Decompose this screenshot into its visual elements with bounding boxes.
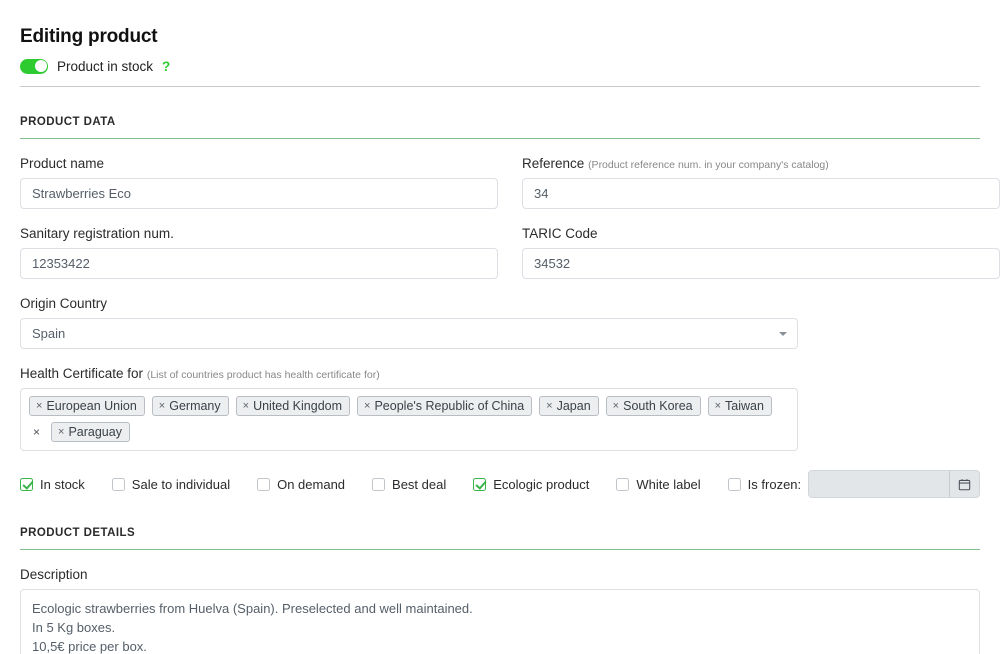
tag-label: Taiwan	[725, 399, 764, 413]
checkbox-box[interactable]	[20, 477, 33, 491]
taric-code-input[interactable]	[522, 248, 1000, 279]
product-flags-row: In stock Sale to individual On demand Be…	[20, 470, 980, 498]
checkbox-label: Ecologic product	[493, 476, 590, 492]
checkbox-label: On demand	[277, 476, 346, 492]
tag-label: People's Republic of China	[374, 399, 525, 413]
help-icon[interactable]: ?	[162, 59, 170, 74]
tag-remove-icon[interactable]: ×	[364, 400, 370, 412]
field-sanitary-registration: Sanitary registration num.	[20, 226, 498, 279]
tag-label: European Union	[46, 399, 137, 413]
toggle-knob	[34, 60, 47, 72]
tag-clear-all-icon[interactable]: ×	[29, 422, 44, 442]
origin-country-value: Spain	[32, 326, 66, 341]
origin-country-select[interactable]: Spain	[20, 318, 798, 349]
origin-country-label: Origin Country	[20, 296, 108, 311]
sanitary-registration-label: Sanitary registration num.	[20, 226, 174, 241]
tag-label: Germany	[169, 399, 221, 413]
checkbox-label: Best deal	[392, 476, 447, 492]
tag-label: United Kingdom	[253, 399, 343, 413]
field-origin-country: Origin Country Spain	[20, 296, 980, 349]
checkbox-ecologic-product[interactable]: Ecologic product	[473, 477, 589, 492]
tag-label: Japan	[556, 399, 591, 413]
product-data-grid: Product name Reference (Product referenc…	[20, 139, 1000, 279]
health-certificate-hint: (List of countries product has health ce…	[146, 369, 380, 381]
checkbox-in-stock[interactable]: In stock	[20, 477, 85, 492]
page-title: Editing product	[20, 26, 158, 47]
health-certificate-label: Health Certificate for (List of countrie…	[20, 366, 980, 381]
field-health-certificate: Health Certificate for (List of countrie…	[20, 366, 980, 451]
checkbox-box[interactable]	[727, 477, 741, 491]
origin-country-select-wrap: Spain	[20, 318, 798, 349]
tag-chip[interactable]: × United Kingdom	[235, 396, 351, 416]
tag-chip[interactable]: × Germany	[151, 396, 229, 416]
calendar-icon	[949, 471, 979, 497]
tag-label: South Korea	[623, 399, 693, 413]
product-in-stock-row: Product in stock ?	[20, 57, 980, 75]
description-textarea-wrap	[20, 589, 980, 654]
tag-chip[interactable]: × Taiwan	[707, 396, 772, 416]
frozen-date-input	[808, 470, 980, 498]
tag-remove-icon[interactable]: ×	[613, 400, 619, 412]
reference-label: Reference (Product reference num. in you…	[522, 156, 1000, 171]
product-edit-page: Editing product Product in stock ? PRODU…	[0, 0, 1000, 654]
section-title-product-data: PRODUCT DATA	[20, 116, 116, 128]
tag-chip[interactable]: × Paraguay	[51, 422, 130, 442]
field-taric-code: TARIC Code	[522, 226, 1000, 279]
tag-remove-icon[interactable]: ×	[36, 400, 42, 412]
section-title-product-details: PRODUCT DETAILS	[20, 527, 136, 539]
checkbox-sale-to-individual[interactable]: Sale to individual	[111, 476, 231, 492]
checkbox-is-frozen[interactable]: Is frozen:	[727, 476, 802, 492]
health-certificate-tagbox[interactable]: × European Union × Germany × United King…	[20, 388, 798, 451]
checkbox-label: In stock	[40, 476, 85, 492]
health-certificate-label-text: Health Certificate for	[20, 366, 144, 381]
field-reference: Reference (Product reference num. in you…	[522, 156, 1000, 209]
field-description: Description	[20, 567, 980, 654]
tag-chip[interactable]: × European Union	[29, 396, 145, 416]
product-in-stock-toggle[interactable]	[20, 58, 48, 74]
checkbox-box[interactable]	[372, 477, 386, 491]
tag-remove-icon[interactable]: ×	[715, 400, 721, 412]
checkbox-label: Sale to individual	[131, 476, 231, 492]
tag-label: Paraguay	[68, 425, 122, 439]
sanitary-registration-input[interactable]	[20, 248, 498, 279]
checkbox-box[interactable]	[111, 477, 125, 491]
reference-label-text: Reference	[522, 156, 585, 171]
checkbox-box[interactable]	[473, 477, 487, 491]
tag-remove-icon[interactable]: ×	[243, 400, 249, 412]
tag-chip[interactable]: × People's Republic of China	[357, 396, 533, 416]
checkbox-box[interactable]	[616, 477, 630, 491]
checkbox-label: White label	[636, 476, 701, 492]
product-name-input[interactable]	[20, 178, 498, 209]
description-textarea[interactable]	[20, 589, 980, 654]
checkbox-white-label[interactable]: White label	[616, 476, 701, 492]
tag-remove-icon[interactable]: ×	[159, 400, 165, 412]
section-divider-product-details	[20, 549, 980, 550]
checkbox-best-deal[interactable]: Best deal	[372, 477, 446, 492]
tag-chip[interactable]: × South Korea	[605, 396, 701, 416]
checkbox-label: Is frozen:	[747, 476, 802, 492]
taric-code-label: TARIC Code	[522, 226, 598, 241]
product-in-stock-label: Product in stock	[57, 58, 154, 74]
reference-hint: (Product reference num. in your company'…	[588, 159, 829, 171]
product-name-label: Product name	[20, 156, 105, 171]
tag-remove-icon[interactable]: ×	[58, 426, 64, 438]
description-label: Description	[20, 567, 88, 582]
tag-chip[interactable]: × Japan	[539, 396, 599, 416]
tag-remove-icon[interactable]: ×	[546, 400, 552, 412]
field-product-name: Product name	[20, 156, 498, 209]
reference-input[interactable]	[522, 178, 1000, 209]
checkbox-box[interactable]	[257, 477, 271, 491]
checkbox-on-demand[interactable]: On demand	[257, 477, 345, 492]
